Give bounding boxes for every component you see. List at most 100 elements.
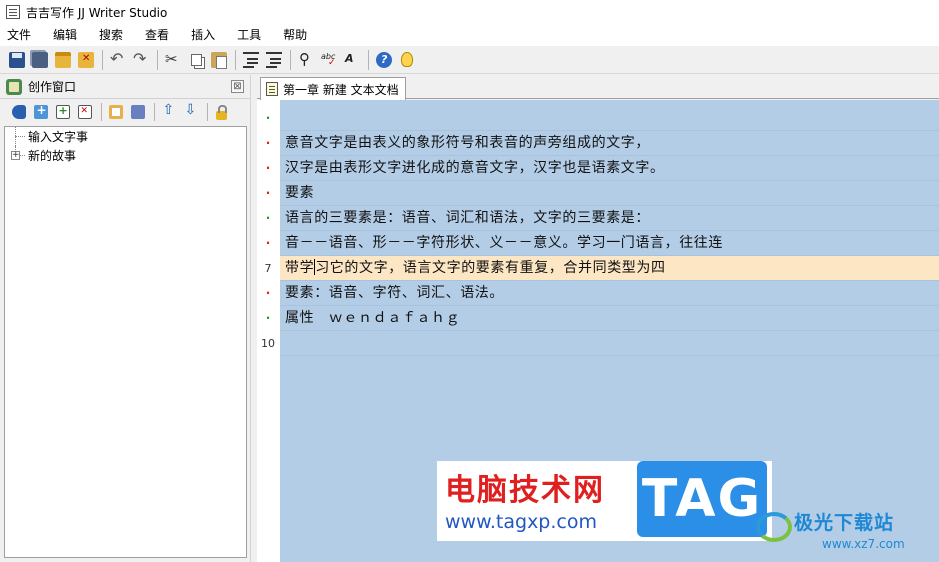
title-bar: 吉吉写作 JJ Writer Studio: [0, 0, 939, 24]
line-text-before-caret: 带学: [285, 260, 315, 276]
document-tab[interactable]: 第一章 新建 文本文档: [260, 77, 406, 100]
line-number: 10: [261, 337, 275, 350]
panel-splitter[interactable]: [250, 75, 257, 562]
menu-insert[interactable]: 插入: [180, 24, 226, 46]
redo-button[interactable]: [130, 49, 152, 71]
book-button[interactable]: [9, 103, 28, 121]
open-icon: [55, 51, 71, 68]
move-down-button[interactable]: [181, 102, 200, 121]
save-icon: [9, 51, 25, 68]
editor-line[interactable]: · 汉字是由表形文字进化成的意音文字，汉字也是语素文字。: [257, 156, 939, 181]
tree-item[interactable]: + 新的故事: [5, 146, 246, 165]
editor-line[interactable]: 7 带学习它的文字，语言文字的要素有重复，合并同类型为四: [257, 256, 939, 281]
editor-line[interactable]: · 音－－语音、形－－字符形状、义－－意义。学习一门语言，往往连: [257, 231, 939, 256]
editor-line[interactable]: ·: [257, 106, 939, 131]
line-number: ·: [265, 161, 271, 175]
window-title: 吉吉写作 JJ Writer Studio: [26, 5, 168, 20]
delete-button[interactable]: [75, 103, 94, 121]
line-text: 属性 ｗｅｎｄａｆａｈｇ: [285, 310, 461, 326]
line-number: ·: [265, 136, 271, 150]
tip-icon: [401, 52, 413, 67]
open-button[interactable]: [52, 49, 74, 71]
move-up-button[interactable]: [159, 102, 178, 121]
notes-button[interactable]: [128, 103, 147, 121]
watermark-brand-name: 极光下载站: [794, 512, 895, 534]
panel-toolbar: [0, 99, 250, 125]
panel-close-button[interactable]: ⊠: [231, 80, 244, 93]
indent-icon: [266, 51, 282, 68]
document-tab-label: 第一章 新建 文本文档: [283, 82, 399, 97]
document-tree[interactable]: 输入文字事 + 新的故事: [4, 126, 247, 558]
watermark-xz7: 极光下载站 www.xz7.com: [756, 506, 936, 558]
book-icon: [11, 105, 26, 119]
line-text: 音－－语音、形－－字符形状、义－－意义。学习一门语言，往往连: [285, 235, 723, 251]
copy-button[interactable]: [185, 49, 207, 71]
watermark-tagxp: 电脑技术网 www.tagxp.com TAG: [437, 461, 772, 541]
editor-line[interactable]: · 要素：语音、字符、词汇、语法。: [257, 281, 939, 306]
tree-item-label: 新的故事: [28, 149, 77, 163]
toolbar-separator: [207, 103, 208, 121]
tip-button[interactable]: [396, 49, 418, 71]
outdent-button[interactable]: [240, 49, 262, 71]
line-separator: [280, 355, 939, 356]
tag-logo: TAG: [637, 461, 767, 537]
menu-file[interactable]: 文件: [0, 24, 42, 46]
tree-item[interactable]: 输入文字事: [5, 127, 246, 146]
creation-panel: 创作窗口 ⊠ 输入文字事 + 新的故事: [0, 75, 250, 562]
add-group-button[interactable]: [31, 103, 50, 121]
tree-connector: [5, 127, 25, 146]
toolbar-separator: [102, 49, 103, 70]
menu-edit[interactable]: 编辑: [42, 24, 88, 46]
outdent-icon: [243, 51, 259, 68]
save-button[interactable]: [6, 49, 28, 71]
help-icon: [376, 51, 392, 68]
panel-header: 创作窗口 ⊠: [0, 75, 250, 99]
expand-icon[interactable]: +: [11, 151, 20, 160]
add-document-icon: [55, 104, 70, 119]
line-text: 语言的三要素是：语音、词汇和语法，文字的三要素是：: [285, 210, 650, 226]
properties-button[interactable]: [106, 103, 125, 121]
tree-item-label: 输入文字事: [28, 130, 89, 144]
editor-line[interactable]: · 属性 ｗｅｎｄａｆａｈｇ: [257, 306, 939, 331]
editor-line[interactable]: · 意音文字是由表义的象形符号和表音的声旁组成的文字，: [257, 131, 939, 156]
document-icon: [266, 82, 278, 96]
close-file-button[interactable]: [75, 49, 97, 71]
delete-icon: [77, 105, 92, 119]
help-button[interactable]: [373, 49, 395, 71]
redo-icon: [133, 49, 149, 68]
menu-tools[interactable]: 工具: [226, 24, 272, 46]
line-number: ·: [265, 236, 271, 250]
save-all-button[interactable]: [29, 49, 51, 71]
indent-button[interactable]: [263, 49, 285, 71]
toolbar-separator: [290, 49, 291, 70]
editor-line[interactable]: 10: [257, 331, 939, 356]
line-number: ·: [265, 286, 271, 300]
line-number: ·: [265, 211, 271, 225]
tag-logo-text: TAG: [641, 469, 763, 529]
menu-view[interactable]: 查看: [134, 24, 180, 46]
lock-button[interactable]: [212, 103, 231, 121]
toolbar-separator: [368, 49, 369, 70]
move-down-icon: [184, 102, 198, 119]
properties-icon: [108, 105, 123, 119]
replace-button[interactable]: [341, 49, 363, 71]
main-toolbar: [0, 46, 939, 74]
add-group-icon: [33, 103, 48, 119]
toolbar-separator: [101, 103, 102, 121]
editor-line[interactable]: · 语言的三要素是：语音、词汇和语法，文字的三要素是：: [257, 206, 939, 231]
line-text-after-caret: 习它的文字，语言文字的要素有重复，合并同类型为四: [315, 260, 666, 276]
paste-button[interactable]: [208, 49, 230, 71]
watermark-site-url: www.tagxp.com: [445, 511, 597, 533]
menu-search[interactable]: 搜索: [88, 24, 134, 46]
line-text: 带学习它的文字，语言文字的要素有重复，合并同类型为四: [285, 256, 666, 281]
add-document-button[interactable]: [53, 103, 72, 121]
menu-help[interactable]: 帮助: [272, 24, 318, 46]
find-button[interactable]: [295, 49, 317, 71]
undo-button[interactable]: [107, 49, 129, 71]
cut-button[interactable]: [162, 49, 184, 71]
editor-line[interactable]: · 要素: [257, 181, 939, 206]
menu-bar: 文件 编辑 搜索 查看 插入 工具 帮助: [0, 24, 939, 46]
undo-icon: [110, 49, 126, 68]
spellcheck-button[interactable]: [318, 49, 340, 71]
line-text: 意音文字是由表义的象形符号和表音的声旁组成的文字，: [285, 135, 650, 151]
